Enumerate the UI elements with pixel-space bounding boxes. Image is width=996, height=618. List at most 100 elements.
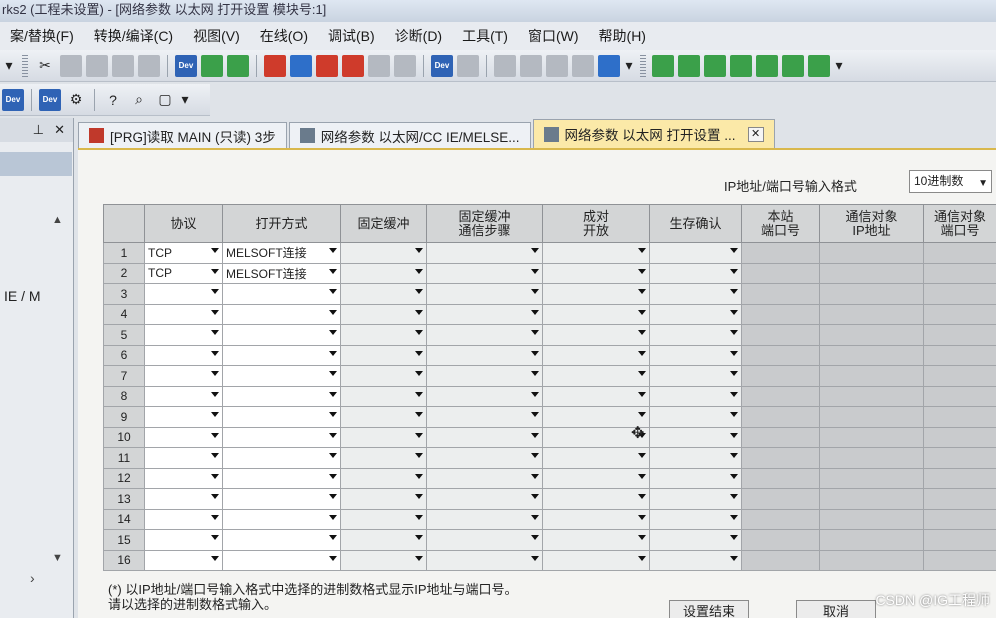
chevron-down-icon[interactable] [531,453,539,458]
menu-item-6[interactable]: 工具(T) [452,26,518,46]
chevron-down-icon[interactable] [730,289,738,294]
fixed-buffer-procedure-select[interactable] [426,406,543,428]
pairing-open-select[interactable] [542,242,650,264]
host-port-field[interactable] [741,283,820,305]
chevron-down-icon[interactable] [531,432,539,438]
host-port-field[interactable] [741,406,820,428]
open-method-select[interactable] [222,529,341,551]
existence-check-select[interactable] [649,303,742,325]
pairing-open-select[interactable] [542,447,650,469]
fixed-buffer-procedure-select[interactable] [426,467,543,489]
chevron-down-icon[interactable] [638,330,646,335]
existence-check-select[interactable] [649,242,742,264]
toolbar-grip[interactable] [22,54,28,77]
chevron-down-icon[interactable] [730,248,738,253]
disabled-tool-icon[interactable] [494,54,516,77]
fixed-buffer-procedure-select[interactable] [426,549,543,571]
chevron-down-icon[interactable] [211,535,219,540]
pairing-open-select[interactable] [542,529,650,551]
chevron-down-icon[interactable] [329,453,337,458]
chevron-down-icon[interactable] [730,432,738,438]
pairing-open-select[interactable] [542,324,650,346]
chevron-down-icon[interactable] [415,371,423,376]
menu-item-1[interactable]: 转换/编译(C) [84,26,183,46]
dest-port-field[interactable] [923,262,996,284]
ladder-rising-icon[interactable] [782,54,804,77]
chevron-down-icon[interactable] [415,473,423,479]
dest-ip-field[interactable] [819,303,924,325]
chevron-down-icon[interactable] [211,330,219,335]
chevron-down-icon[interactable] [415,555,423,561]
chevron-down-icon[interactable] [329,268,337,274]
chevron-down-icon[interactable] [211,289,219,294]
open-method-select[interactable] [222,467,341,489]
chevron-down-icon[interactable] [415,248,423,253]
dest-ip-field[interactable] [819,549,924,571]
chevron-down-icon[interactable] [211,248,219,253]
dest-ip-field[interactable] [819,508,924,530]
fixed-buffer-select[interactable] [340,385,427,407]
host-port-field[interactable] [741,488,820,510]
existence-check-select[interactable] [649,365,742,387]
chevron-down-icon[interactable] [415,350,423,356]
fixed-buffer-procedure-select[interactable] [426,529,543,551]
ladder-function-icon[interactable] [756,54,778,77]
host-port-field[interactable] [741,426,820,448]
chevron-down-icon[interactable] [415,514,423,520]
entry-icon[interactable] [457,54,479,77]
chevron-down-icon[interactable] [329,514,337,520]
ip-format-select[interactable]: 10进制数 ▼ [909,170,992,193]
existence-check-select[interactable] [649,467,742,489]
redo-icon[interactable] [138,54,160,77]
chevron-down-icon[interactable] [531,309,539,315]
protocol-select[interactable] [144,549,223,571]
protocol-select[interactable] [144,324,223,346]
pairing-open-select[interactable] [542,467,650,489]
dest-ip-field[interactable] [819,488,924,510]
dest-port-field[interactable] [923,324,996,346]
chevron-down-icon[interactable] [730,535,738,540]
chevron-down-icon[interactable] [531,330,539,335]
protocol-select[interactable] [144,385,223,407]
pairing-open-select[interactable] [542,344,650,366]
pairing-open-select[interactable] [542,365,650,387]
open-method-select[interactable] [222,447,341,469]
dest-port-field[interactable] [923,303,996,325]
chevron-down-icon[interactable] [730,555,738,561]
chevron-down-icon[interactable] [329,555,337,561]
existence-check-select[interactable] [649,529,742,551]
dest-port-field[interactable] [923,549,996,571]
protocol-select[interactable] [144,529,223,551]
fixed-buffer-select[interactable] [340,426,427,448]
dest-port-field[interactable] [923,283,996,305]
fixed-buffer-procedure-select[interactable] [426,283,543,305]
chevron-down-icon[interactable] [415,535,423,540]
chevron-down-icon[interactable] [730,330,738,335]
chevron-down-icon[interactable] [638,473,646,479]
chevron-down-icon[interactable] [531,494,539,499]
chevron-down-icon[interactable] [730,309,738,315]
protocol-select[interactable]: TCP [144,262,223,284]
open-method-select[interactable] [222,344,341,366]
monitor-stop-icon[interactable] [342,54,364,77]
dest-ip-field[interactable] [819,283,924,305]
protocol-select[interactable] [144,365,223,387]
fixed-buffer-procedure-select[interactable] [426,508,543,530]
pairing-open-select[interactable] [542,508,650,530]
dest-ip-field[interactable] [819,426,924,448]
chevron-down-icon[interactable] [415,330,423,335]
fixed-buffer-procedure-select[interactable] [426,242,543,264]
dest-ip-field[interactable] [819,344,924,366]
host-port-field[interactable] [741,508,820,530]
host-port-field[interactable] [741,447,820,469]
chevron-down-icon[interactable] [638,371,646,376]
chevron-down-icon[interactable] [531,289,539,294]
fixed-buffer-select[interactable] [340,488,427,510]
open-method-select[interactable] [222,303,341,325]
fixed-buffer-select[interactable] [340,262,427,284]
fixed-buffer-procedure-select[interactable] [426,385,543,407]
chevron-down-icon[interactable] [211,412,219,417]
existence-check-select[interactable] [649,426,742,448]
dev-read-icon[interactable]: Dev [175,54,197,77]
chevron-down-icon[interactable] [329,494,337,499]
